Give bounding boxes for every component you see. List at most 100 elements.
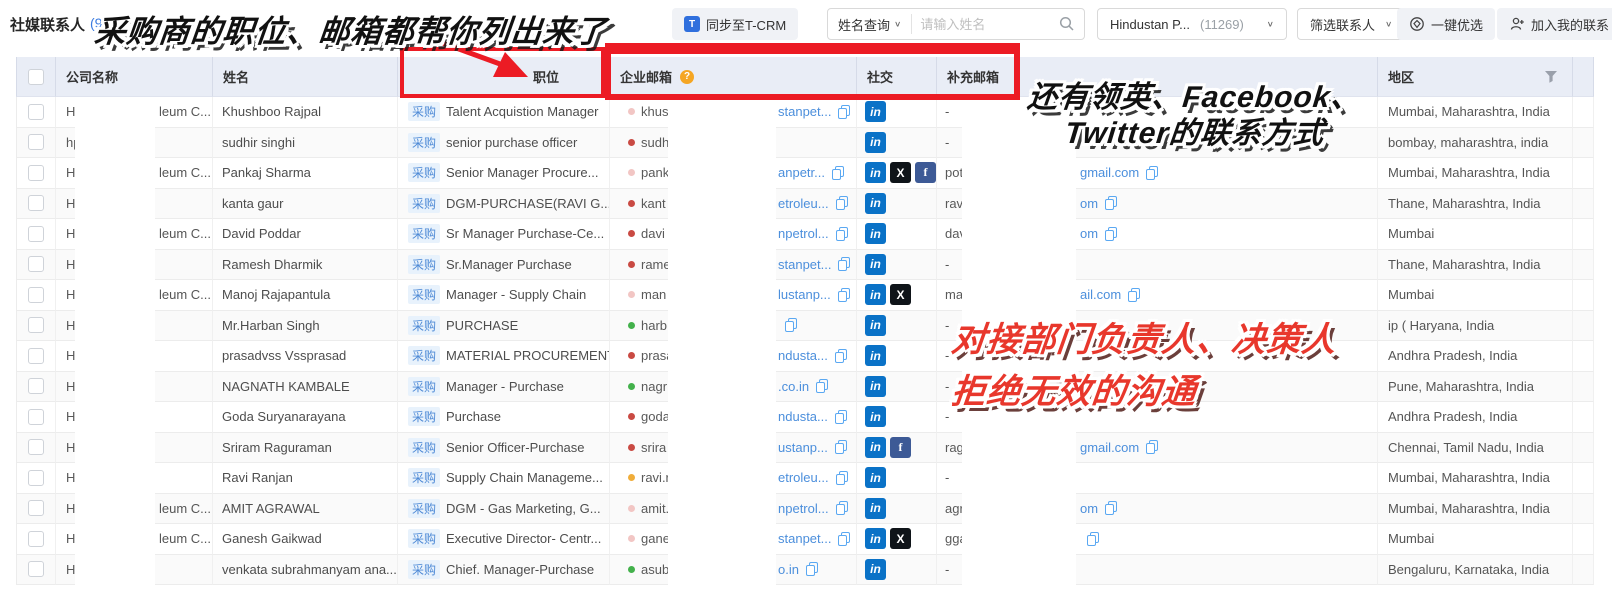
row-checkbox[interactable]	[28, 378, 44, 394]
stub-cell	[1573, 128, 1594, 159]
position-cell: 采购 Purchase	[398, 402, 610, 433]
row-checkbox[interactable]	[28, 348, 44, 364]
company-tail: leum C...	[159, 531, 211, 546]
linkedin-icon[interactable]: in	[865, 315, 886, 336]
company-prefix: H	[66, 409, 75, 424]
row-checkbox[interactable]	[28, 134, 44, 150]
add-to-my-contacts-button[interactable]: 加入我的联系	[1497, 8, 1612, 40]
copy-icon[interactable]	[1146, 166, 1158, 180]
row-checkbox[interactable]	[28, 104, 44, 120]
copy-icon[interactable]	[838, 532, 850, 546]
stub-cell	[1573, 402, 1594, 433]
email-status-dot	[628, 413, 635, 420]
position-text: Executive Director- Centr...	[446, 531, 601, 546]
position-cell: 采购 PURCHASE	[398, 311, 610, 342]
name-search-input[interactable]	[912, 17, 1058, 32]
copy-icon[interactable]	[1105, 227, 1117, 241]
copy-icon[interactable]	[1105, 501, 1117, 515]
company-filter-dropdown[interactable]: Hindustan P... (11269) ∨	[1097, 8, 1287, 40]
select-all-checkbox[interactable]	[28, 69, 44, 85]
one-click-select-button[interactable]: 一键优选	[1397, 8, 1495, 40]
copy-icon[interactable]	[832, 166, 844, 180]
company-tail: leum C...	[159, 287, 211, 302]
facebook-icon[interactable]: f	[915, 162, 936, 183]
linkedin-icon[interactable]: in	[865, 223, 886, 244]
row-checkbox[interactable]	[28, 256, 44, 272]
row-checkbox[interactable]	[28, 409, 44, 425]
copy-icon[interactable]	[1087, 532, 1099, 546]
linkedin-icon[interactable]: in	[865, 467, 886, 488]
sync-to-tcrm-button[interactable]: T 同步至T-CRM	[672, 8, 798, 40]
email-domain: npetrol...	[778, 226, 829, 241]
copy-icon[interactable]	[836, 471, 848, 485]
copy-icon[interactable]	[1128, 288, 1140, 302]
table-row: H prasadvss Vssprasad 采购 MATERIAL PROCUR…	[16, 341, 1594, 372]
search-icon[interactable]	[1058, 15, 1076, 33]
contact-name: Manoj Rajapantula	[213, 280, 398, 311]
copy-icon[interactable]	[1105, 196, 1117, 210]
copy-icon[interactable]	[838, 288, 850, 302]
stub-cell	[1573, 463, 1594, 494]
position-cell: 采购 DGM-PURCHASE(RAVI G...	[398, 189, 610, 220]
linkedin-icon[interactable]: in	[865, 193, 886, 214]
copy-icon[interactable]	[838, 257, 850, 271]
email-prefix: gane	[641, 531, 670, 546]
position-text: Supply Chain Manageme...	[446, 470, 603, 485]
region-text: Andhra Pradesh, India	[1378, 402, 1573, 433]
copy-icon[interactable]	[835, 440, 847, 454]
email-status-dot	[628, 474, 635, 481]
copy-icon[interactable]	[1146, 440, 1158, 454]
linkedin-icon[interactable]: in	[865, 437, 886, 458]
highlight-box-position	[400, 47, 605, 98]
x-icon[interactable]: X	[890, 162, 911, 183]
row-checkbox[interactable]	[28, 317, 44, 333]
email-prefix: asub	[641, 562, 669, 577]
email-domain: o.in	[778, 562, 799, 577]
row-checkbox[interactable]	[28, 439, 44, 455]
copy-icon[interactable]	[816, 379, 828, 393]
linkedin-icon[interactable]: in	[865, 162, 886, 183]
header-name: 姓名	[213, 57, 398, 97]
facebook-icon[interactable]: f	[890, 437, 911, 458]
filter-funnel-icon[interactable]	[1544, 70, 1558, 83]
email-prefix: khus	[641, 104, 668, 119]
region-text: Bengaluru, Karnataka, India	[1378, 555, 1573, 586]
social-cell: in	[857, 128, 937, 159]
copy-icon[interactable]	[838, 105, 850, 119]
filter-contacts-dropdown[interactable]: 筛选联系人 ∨	[1297, 8, 1405, 40]
copy-icon[interactable]	[835, 410, 847, 424]
email-tail	[778, 318, 797, 332]
row-checkbox[interactable]	[28, 165, 44, 181]
linkedin-icon[interactable]: in	[865, 101, 886, 122]
x-icon[interactable]: X	[890, 284, 911, 305]
copy-icon[interactable]	[836, 501, 848, 515]
name-query-dropdown[interactable]: 姓名查询 ∨	[828, 9, 911, 39]
row-checkbox[interactable]	[28, 195, 44, 211]
row-checkbox[interactable]	[28, 226, 44, 242]
copy-icon[interactable]	[785, 318, 797, 332]
row-checkbox[interactable]	[28, 287, 44, 303]
header-region: 地区	[1378, 57, 1573, 97]
row-checkbox[interactable]	[28, 561, 44, 577]
x-icon[interactable]: X	[890, 528, 911, 549]
copy-icon[interactable]	[836, 227, 848, 241]
linkedin-icon[interactable]: in	[865, 254, 886, 275]
linkedin-icon[interactable]: in	[865, 406, 886, 427]
header-stub	[1573, 57, 1594, 97]
linkedin-icon[interactable]: in	[865, 345, 886, 366]
row-checkbox[interactable]	[28, 531, 44, 547]
copy-icon[interactable]	[836, 196, 848, 210]
copy-icon[interactable]	[806, 562, 818, 576]
copy-icon[interactable]	[835, 349, 847, 363]
linkedin-icon[interactable]: in	[865, 528, 886, 549]
row-checkbox[interactable]	[28, 470, 44, 486]
linkedin-icon[interactable]: in	[865, 376, 886, 397]
linkedin-icon[interactable]: in	[865, 559, 886, 580]
row-checkbox[interactable]	[28, 500, 44, 516]
email-prefix: srira	[641, 440, 666, 455]
email-status-dot	[628, 352, 635, 359]
linkedin-icon[interactable]: in	[865, 132, 886, 153]
linkedin-icon[interactable]: in	[865, 284, 886, 305]
company-tail: leum C...	[159, 165, 211, 180]
linkedin-icon[interactable]: in	[865, 498, 886, 519]
